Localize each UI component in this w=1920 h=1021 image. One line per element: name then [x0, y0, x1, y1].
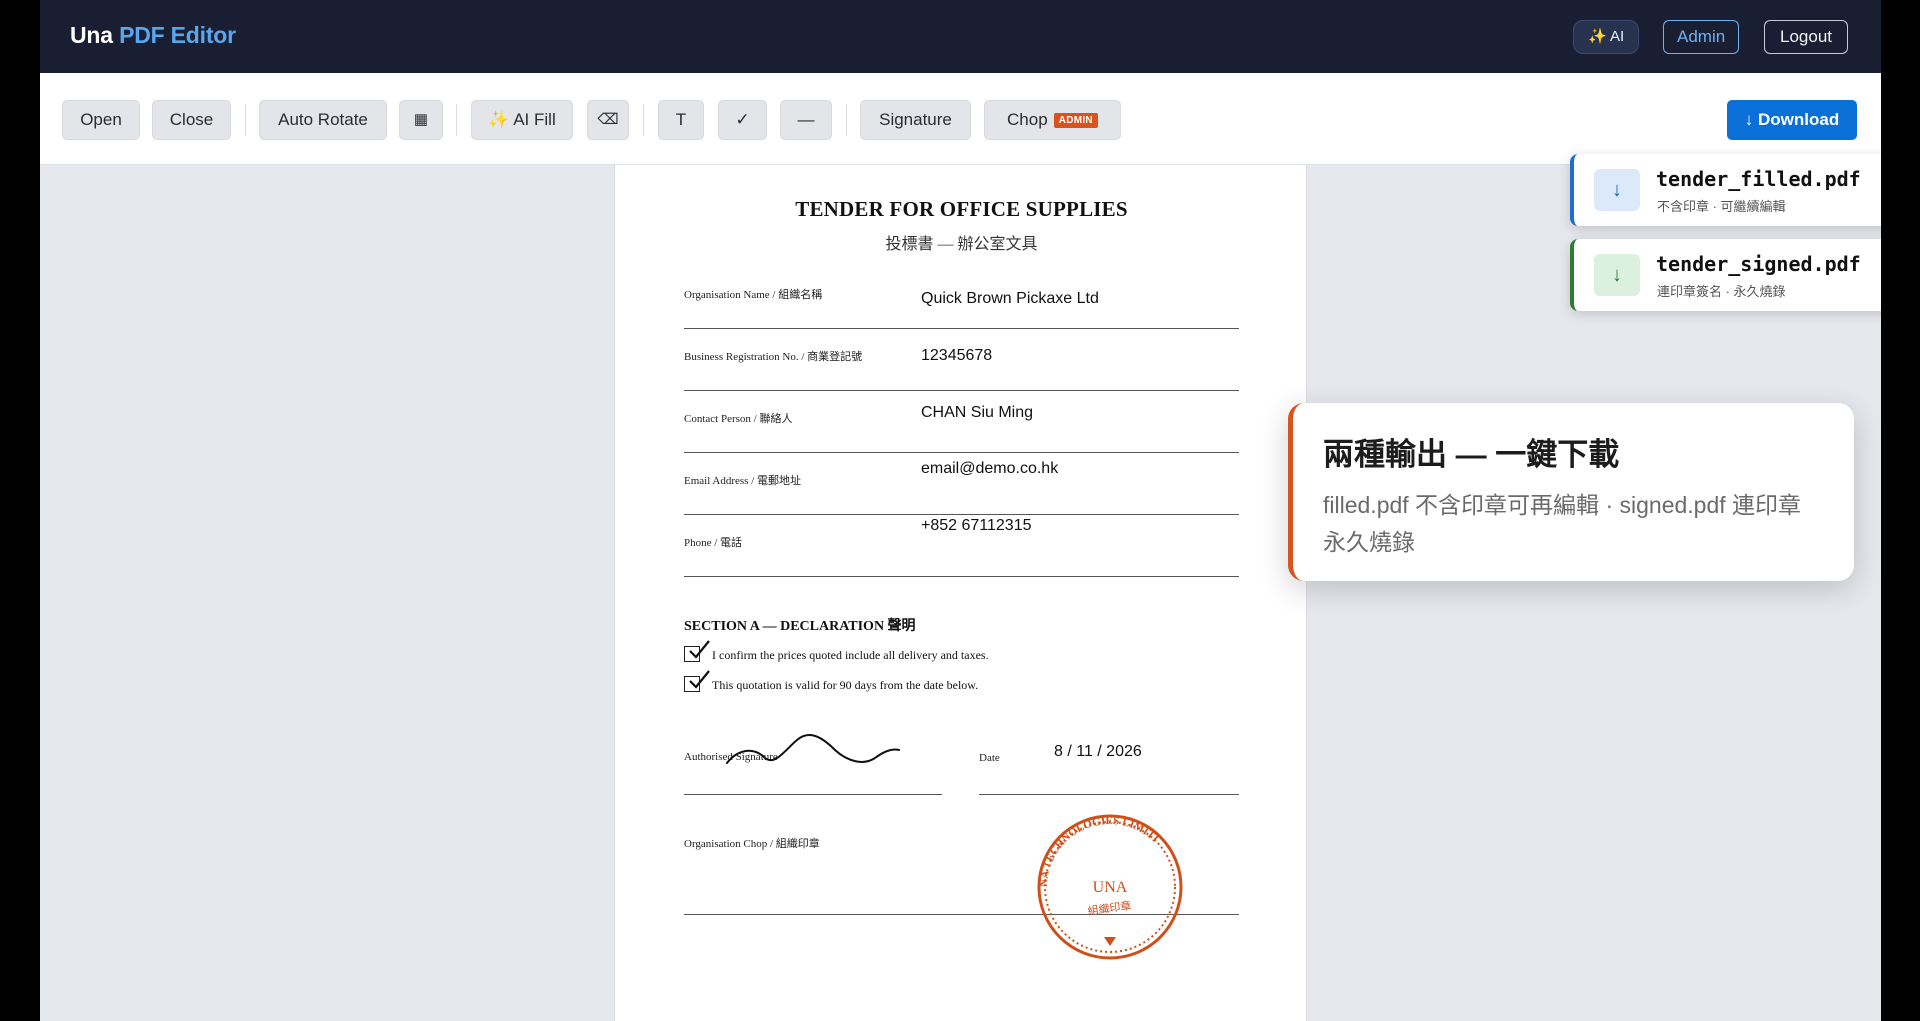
document-title: TENDER FOR OFFICE SUPPLIES [795, 197, 1128, 221]
date-value[interactable]: 8 / 11 / 2026 [1054, 743, 1142, 761]
check-mark-icon [689, 640, 710, 659]
field-label-phone: Phone / 電話 [684, 537, 743, 549]
toolbar-divider [245, 104, 246, 136]
grid-icon[interactable]: ▦ [399, 100, 443, 140]
chop-label: Organisation Chop / 組織印章 [684, 838, 820, 850]
stamp-ring-text: NA TECHNOLOGIES LIMITI [1038, 815, 1161, 887]
callout-title: 兩種輸出 — 一鍵下載 [1323, 437, 1620, 472]
field-label-organisation: Organisation Name / 組織名稱 [684, 289, 823, 301]
brand-name: Una [70, 22, 113, 48]
check-mark-icon [689, 670, 710, 689]
field-label-business-registration: Business Registration No. / 商業登記號 [684, 351, 863, 363]
editor-toolbar: Open Close Auto Rotate ▦ ✨ AI Fill ⌫ T ✓… [40, 73, 1881, 165]
field-underline [684, 452, 1239, 453]
text-tool-button[interactable]: T [658, 100, 704, 140]
field-label-contact-person: Contact Person / 聯絡人 [684, 413, 793, 425]
declaration-text-1: I confirm the prices quoted include all … [712, 648, 989, 662]
top-navbar: Una PDF Editor ✨ AI Admin Logout [40, 0, 1881, 73]
ai-button[interactable]: ✨ AI [1573, 20, 1640, 54]
erase-icon[interactable]: ⌫ [587, 100, 629, 140]
declaration-checkbox-2[interactable] [684, 670, 710, 692]
declaration-text-2: This quotation is valid for 90 days from… [712, 678, 979, 692]
stamp-sub-text: 組織印章 [1087, 898, 1133, 918]
download-arrow-icon: ↓ [1594, 254, 1640, 296]
toolbar-divider [643, 104, 644, 136]
company-chop-stamp[interactable]: NA TECHNOLOGIES LIMITI UNA 組織印章 [1025, 795, 1195, 965]
pdf-page: TENDER FOR OFFICE SUPPLIES 投標書 — 辦公室文具 O… [614, 165, 1307, 1021]
download-arrow-icon: ↓ [1594, 169, 1640, 211]
auto-rotate-button[interactable]: Auto Rotate [259, 100, 387, 140]
download-card-filled[interactable]: ↓ tender_filled.pdf 不含印章 · 可繼續編輯 [1570, 154, 1881, 226]
admin-badge: ADMIN [1053, 113, 1098, 128]
check-tool-button[interactable]: ✓ [718, 100, 767, 140]
field-underline [684, 514, 1239, 515]
document-subtitle: 投標書 — 辦公室文具 [885, 236, 1038, 253]
open-button[interactable]: Open [62, 100, 140, 140]
download-file-note: 連印章簽名 · 永久燒錄 [1657, 284, 1786, 299]
field-label-email: Email Address / 電郵地址 [684, 475, 802, 487]
app-brand[interactable]: Una PDF Editor [70, 22, 236, 49]
date-label: Date [979, 752, 1000, 764]
stamp-center-text: UNA [1093, 879, 1128, 896]
line-tool-button[interactable]: — [780, 100, 832, 140]
chop-label: Chop [1007, 110, 1048, 129]
field-value-contact-person[interactable]: CHAN Siu Ming [921, 404, 1033, 422]
callout-body: filled.pdf 不含印章可再編輯 · signed.pdf 連印章永久燒錄 [1323, 492, 1802, 555]
ai-fill-button[interactable]: ✨ AI Fill [471, 100, 573, 140]
download-button[interactable]: ↓ Download [1727, 100, 1857, 140]
toolbar-divider [456, 104, 457, 136]
close-button[interactable]: Close [152, 100, 231, 140]
chop-button[interactable]: Chop ADMIN [984, 100, 1121, 140]
field-value-email[interactable]: email@demo.co.hk [921, 460, 1058, 478]
field-value-phone[interactable]: +852 67112315 [921, 517, 1031, 535]
logout-button[interactable]: Logout [1764, 20, 1848, 54]
signature-underline [684, 794, 942, 795]
admin-button[interactable]: Admin [1663, 20, 1740, 54]
field-underline [684, 576, 1239, 577]
signature-button[interactable]: Signature [860, 100, 971, 140]
handwritten-signature[interactable] [725, 728, 905, 773]
app-window: Una PDF Editor ✨ AI Admin Logout Open Cl… [40, 0, 1881, 1021]
field-value-business-registration[interactable]: 12345678 [921, 347, 992, 365]
field-underline [684, 390, 1239, 391]
download-card-signed[interactable]: ↓ tender_signed.pdf 連印章簽名 · 永久燒錄 [1570, 239, 1881, 311]
toolbar-divider [846, 104, 847, 136]
feature-callout: 兩種輸出 — 一鍵下載 filled.pdf 不含印章可再編輯 · signed… [1288, 403, 1854, 581]
svg-text:NA TECHNOLOGIES LIMITI: NA TECHNOLOGIES LIMITI [1038, 815, 1161, 887]
section-heading: SECTION A — DECLARATION 聲明 [684, 619, 916, 634]
field-underline [684, 328, 1239, 329]
download-file-name: tender_filled.pdf [1656, 167, 1861, 191]
download-file-note: 不含印章 · 可繼續編輯 [1657, 199, 1786, 214]
download-file-name: tender_signed.pdf [1656, 252, 1861, 276]
declaration-checkbox-1[interactable] [684, 640, 710, 662]
brand-accent: PDF Editor [119, 22, 236, 48]
field-value-organisation[interactable]: Quick Brown Pickaxe Ltd [921, 290, 1099, 308]
